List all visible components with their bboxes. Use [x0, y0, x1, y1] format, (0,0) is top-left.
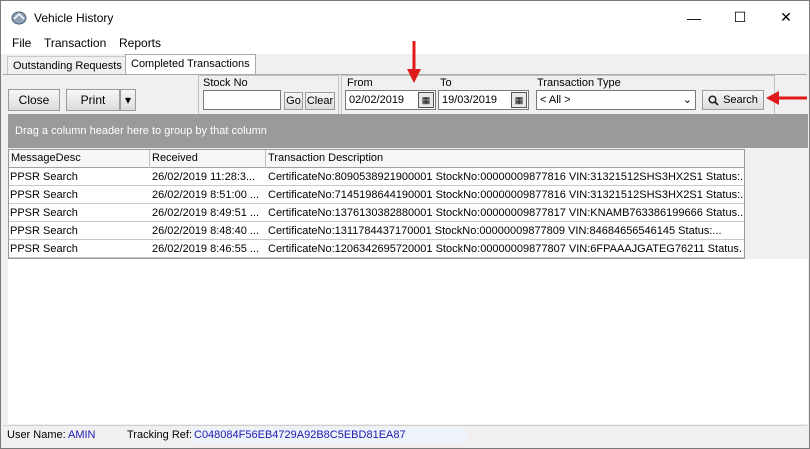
print-button[interactable]: Print [66, 89, 120, 111]
grid-header: MessageDesc Received Transaction Descrip… [9, 150, 744, 168]
maximize-button[interactable]: ☐ [717, 1, 763, 34]
chevron-down-icon: ⌄ [682, 94, 692, 106]
table-row[interactable]: PPSR Search 26/02/2019 11:28:3... Certif… [9, 168, 744, 186]
column-header-messagedesc[interactable]: MessageDesc [9, 150, 150, 168]
cell-transaction-description: CertificateNo:1311784437170001 StockNo:0… [268, 225, 722, 237]
transaction-type-value: < All > [540, 94, 571, 106]
window-title: Vehicle History [34, 11, 114, 25]
column-header-transaction-description[interactable]: Transaction Description [266, 150, 744, 168]
to-label: To [440, 77, 452, 89]
user-name-label: User Name: [7, 429, 66, 441]
cell-received: 26/02/2019 11:28:3... [152, 171, 256, 183]
print-dropdown-button[interactable]: ▾ [120, 89, 136, 111]
status-bar: User Name: AMIN Tracking Ref: C048084F56… [3, 425, 807, 445]
from-calendar-icon[interactable]: ▦ [418, 92, 434, 108]
cell-messagedesc: PPSR Search [10, 225, 78, 237]
cell-received: 26/02/2019 8:51:00 ... [152, 189, 260, 201]
menu-file[interactable]: File [12, 36, 31, 50]
stock-no-label: Stock No [203, 77, 248, 89]
cell-transaction-description: CertificateNo:7145198644190001 StockNo:0… [268, 189, 743, 201]
menu-reports[interactable]: Reports [119, 36, 161, 50]
close-window-button[interactable]: ✕ [763, 1, 809, 34]
cell-messagedesc: PPSR Search [10, 243, 78, 255]
title-bar: Vehicle History — ☐ ✕ [1, 1, 809, 34]
cell-transaction-description: CertificateNo:1376130382880001 StockNo:0… [268, 207, 743, 219]
cell-transaction-description: CertificateNo:8090538921900001 StockNo:0… [268, 171, 743, 183]
search-button[interactable]: Search [702, 90, 764, 110]
transaction-type-label: Transaction Type [537, 77, 621, 89]
menu-transaction[interactable]: Transaction [44, 36, 106, 50]
user-name-value: AMIN [68, 429, 96, 441]
stock-no-input[interactable] [203, 90, 281, 110]
cell-received: 26/02/2019 8:46:55 ... [152, 243, 260, 255]
close-button[interactable]: Close [8, 89, 60, 111]
cell-messagedesc: PPSR Search [10, 189, 78, 201]
vehicle-history-window: Vehicle History — ☐ ✕ File Transaction R… [0, 0, 810, 449]
column-header-received[interactable]: Received [150, 150, 266, 168]
app-icon [11, 11, 27, 25]
cell-received: 26/02/2019 8:49:51 ... [152, 207, 260, 219]
from-label: From [347, 77, 373, 89]
table-row[interactable]: PPSR Search 26/02/2019 8:51:00 ... Certi… [9, 186, 744, 204]
search-button-label: Search [723, 94, 758, 106]
annotation-arrow-left-icon [766, 91, 807, 105]
group-by-hint: Drag a column header here to group by th… [15, 125, 267, 137]
minimize-button[interactable]: — [671, 1, 717, 34]
tab-completed-transactions[interactable]: Completed Transactions [125, 54, 256, 75]
search-icon [708, 94, 719, 106]
cell-transaction-description: CertificateNo:1206342695720001 StockNo:0… [268, 243, 743, 255]
tracking-ref-value: C048084F56EB4729A92B8C5EBD81EA87 [194, 429, 406, 441]
annotation-arrow-down-icon [407, 41, 421, 83]
transaction-type-select[interactable]: < All > ⌄ [536, 90, 696, 110]
go-button[interactable]: Go [284, 92, 303, 110]
tab-outstanding-requests[interactable]: Outstanding Requests [7, 56, 128, 75]
grid-empty-area [8, 259, 808, 424]
cell-received: 26/02/2019 8:48:40 ... [152, 225, 260, 237]
group-by-panel[interactable]: Drag a column header here to group by th… [8, 114, 808, 148]
tracking-ref-label: Tracking Ref: [127, 429, 193, 441]
cell-messagedesc: PPSR Search [10, 207, 78, 219]
table-row[interactable]: PPSR Search 26/02/2019 8:49:51 ... Certi… [9, 204, 744, 222]
transactions-grid: MessageDesc Received Transaction Descrip… [8, 149, 745, 259]
table-row[interactable]: PPSR Search 26/02/2019 8:46:55 ... Certi… [9, 240, 744, 258]
to-calendar-icon[interactable]: ▦ [511, 92, 527, 108]
table-row[interactable]: PPSR Search 26/02/2019 8:48:40 ... Certi… [9, 222, 744, 240]
clear-button[interactable]: Clear [305, 92, 335, 110]
cell-messagedesc: PPSR Search [10, 171, 78, 183]
